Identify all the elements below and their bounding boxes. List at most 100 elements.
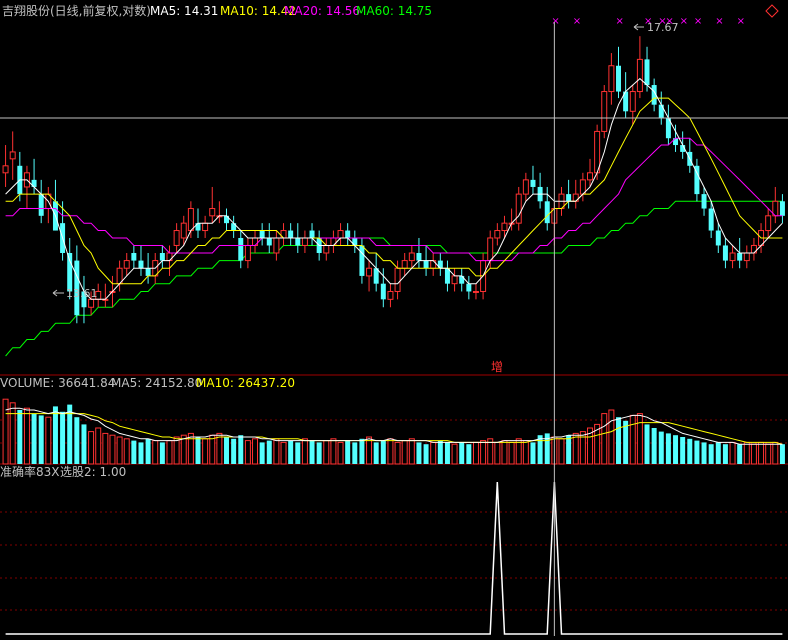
volume-bar-down [138,442,144,464]
candle-body-down [259,230,265,238]
volume-bar-down [722,444,728,464]
volume-bar-down [416,442,422,464]
candle-body-up [587,172,593,181]
kline-chart-window[interactable]: × × × × × × × × × × 吉翔股份(日线,前复权,对数) MA5: 14.31 MA… [0,0,788,636]
indicator-label: 准确率83X [0,464,60,479]
volume-bar-up [494,441,501,465]
x-marker: × [573,16,581,27]
volume-bar-up [579,431,586,465]
volume-bar-up [758,441,765,465]
candle-body-down [616,65,622,92]
increase-marker: 增 [491,360,503,374]
volume-bar-down [466,444,472,464]
volume-bar-down [444,442,450,464]
candle-body-down [295,237,301,246]
candle-body-up [608,65,615,93]
high-arrow-icon [633,23,644,31]
volume-bar-down [701,442,707,464]
candle-body-up [366,267,373,277]
crosshair[interactable] [0,22,788,636]
grid-lines [0,374,788,611]
diamond-icon[interactable] [765,4,779,18]
candle-body-down [231,223,237,231]
volume-bar-down [224,437,230,464]
x-marker: × [616,16,624,27]
candle-body-down [737,252,743,261]
volume-bar-up [273,438,280,465]
candle-body-down [238,237,244,261]
volume-bar-up [601,413,608,465]
volume-bar-down [295,442,301,464]
ma5-legend: MA5: 14.31 [150,4,218,18]
volume-bar-down [687,438,693,464]
candle-body-down [195,223,201,231]
candle-body-down [266,237,272,246]
volume-bar-up [772,441,779,465]
ma5-polyline [5,77,783,300]
candle-body-up [765,215,772,232]
volume-bar-up [88,431,95,465]
candle-body-up [515,193,522,224]
volume-bar-up [430,441,437,465]
candle-body-up [323,244,330,254]
candle-body-down [423,260,429,269]
volume-bar-down [380,440,386,464]
volume-bar-down [60,411,66,464]
volume-bar-down [81,424,87,464]
candle-body-up [629,91,636,112]
volume-bar-up [337,441,344,465]
volume-bar-down [17,410,23,464]
low-arrow-icon [52,289,64,297]
candle-body-up [408,252,415,262]
candle-body-up [9,151,16,160]
volume-bar-up [216,432,223,465]
volume-bar-up [608,409,615,465]
chart-canvas[interactable]: × × × × ×× × × × × 吉翔股份(日线,前复权,对数) MA5: 14.31 MA… [0,0,788,636]
volume-bar-up [508,441,515,465]
volume-bar-down [623,420,629,464]
candle-body-up [173,230,180,246]
volume-bar-down [665,433,671,464]
candle-body-down [288,230,294,238]
candle-body-up [337,230,344,239]
volume-bar-up [472,441,479,465]
candle-body-up [202,222,209,232]
volume-bar-up [330,438,337,465]
candle-body-up [209,208,216,217]
volume-bar-down [737,444,743,464]
low-price-label: 13.61 [66,287,98,300]
candle-body-up [472,290,479,293]
volume-bar-up [202,438,209,465]
candle-body-up [572,193,579,202]
candle-body-up [487,237,494,262]
candle-body-down [544,201,550,224]
candle-body-up [401,260,408,269]
volume-bar-up [244,440,251,465]
ma20-polyline [5,137,783,262]
candle-body-down [416,252,422,261]
ma10-polyline [5,97,783,285]
volume-bar-down [316,442,322,464]
candle-body-up [430,260,437,269]
volume-bar-up [252,438,259,465]
volume-bar-down [266,440,272,464]
volume-bar-down [423,444,429,464]
candle-body-down [466,283,472,292]
volume-bar-down [231,438,237,464]
x-marker: × [737,16,745,27]
candle-body-down [138,260,144,269]
candle-body-up [729,252,736,262]
volume-bar-down [616,417,622,464]
high-price-label: 17.67 [647,21,679,34]
candle-body-down [309,230,315,238]
candle-body-up [187,208,194,232]
volume-ma10-legend: MA10: 26437.20 [196,376,295,390]
volume-bar-up [394,441,401,465]
candle-body-down [159,252,165,261]
volume-bar-down [52,406,58,464]
candle-body-down [359,245,365,276]
volume-bar-up [166,440,173,465]
volume-bar-up [729,441,736,465]
volume-bar-down [359,438,365,464]
volume-bar-up [116,436,123,465]
